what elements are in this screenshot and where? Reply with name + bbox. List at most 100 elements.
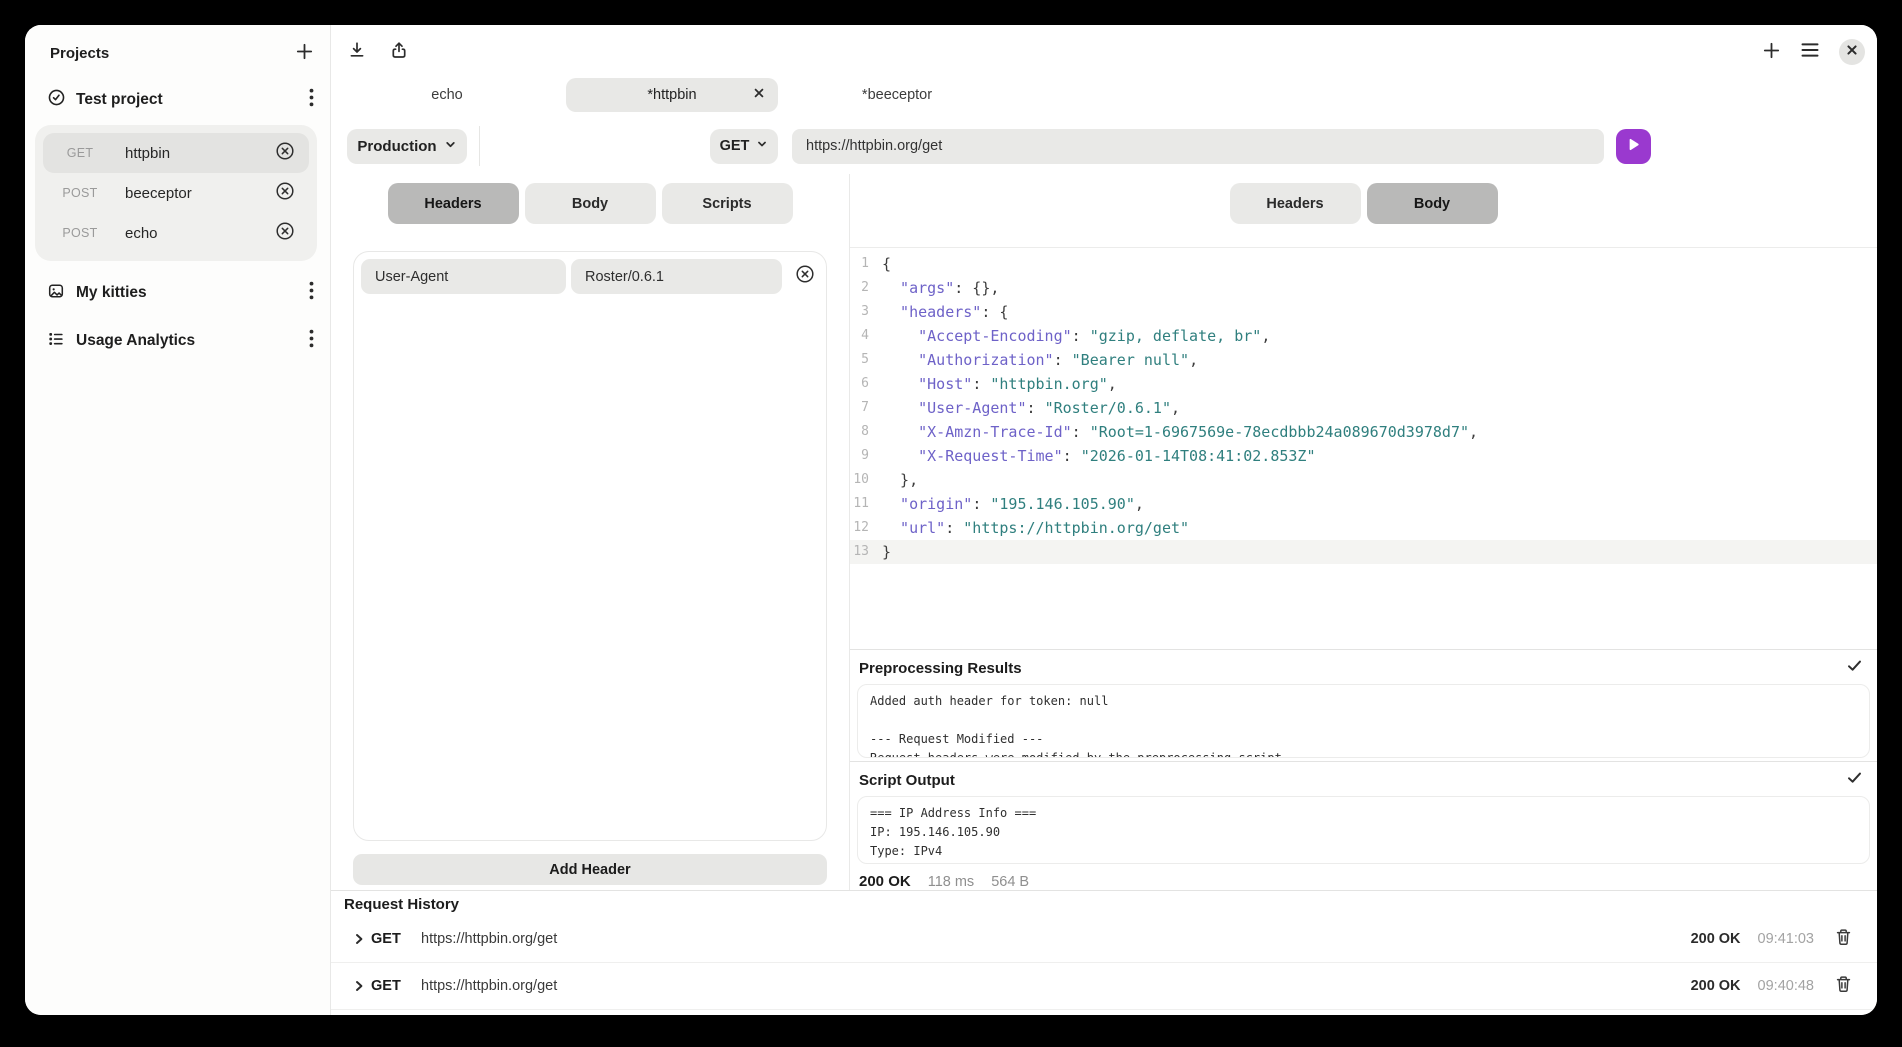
code-line: 5 "Authorization": "Bearer null",: [850, 348, 1877, 372]
log-line: Request headers were modified by the pre…: [870, 749, 1857, 758]
close-icon: [753, 87, 765, 103]
history-method: GET: [371, 978, 421, 994]
header-key-input[interactable]: [361, 259, 566, 294]
trash-icon: [1835, 975, 1852, 998]
sidebar-request-httpbin[interactable]: GEThttpbin: [43, 133, 309, 173]
chevron-down-icon: [756, 138, 768, 154]
expand-chevron-icon[interactable]: [352, 979, 366, 993]
project-request-list: GEThttpbinPOSTbeeceptorPOSTecho: [35, 125, 317, 261]
panels: HeadersBodyScripts Add Header HeadersBod…: [331, 174, 1877, 890]
plus-icon: [295, 42, 314, 64]
line-number: 8: [850, 420, 869, 444]
script-output-title: Script Output: [859, 772, 955, 789]
code-text: }: [882, 540, 891, 564]
app-menu-button[interactable]: [1800, 41, 1820, 62]
code-line: 12 "url": "https://httpbin.org/get": [850, 516, 1877, 540]
sidebar-request-echo[interactable]: POSTecho: [43, 213, 309, 253]
send-request-button[interactable]: [1616, 129, 1651, 164]
code-line: 11 "origin": "195.146.105.90",: [850, 492, 1877, 516]
plus-icon: [1762, 41, 1781, 63]
line-number: 7: [850, 396, 869, 420]
document-tab-beeceptor[interactable]: *beeceptor: [791, 78, 1003, 112]
remove-header-button[interactable]: [795, 264, 815, 289]
close-window-button[interactable]: [1839, 39, 1865, 65]
history-url: https://httpbin.org/get: [421, 978, 557, 994]
export-button[interactable]: [389, 40, 409, 63]
line-number: 9: [850, 444, 869, 468]
history-method: GET: [371, 931, 421, 947]
trash-icon: [1835, 928, 1852, 951]
environment-dropdown[interactable]: Production: [347, 129, 467, 164]
code-line: 10 },: [850, 468, 1877, 492]
line-number: 1: [850, 252, 869, 276]
code-text: "X-Amzn-Trace-Id": "Root=1-6967569e-78ec…: [882, 420, 1478, 444]
image-icon: [47, 282, 65, 305]
code-line: 9 "X-Request-Time": "2026-01-14T08:41:02…: [850, 444, 1877, 468]
line-number: 12: [850, 516, 869, 540]
history-row[interactable]: GEThttps://httpbin.org/get200 OK09:41:03: [331, 916, 1877, 963]
remove-request-button[interactable]: [275, 141, 295, 166]
log-line: Type: IPv4: [870, 842, 1857, 861]
check-icon: [1846, 769, 1863, 791]
document-tab-httpbin[interactable]: *httpbin: [566, 78, 778, 112]
request-name-label: beeceptor: [125, 185, 275, 202]
line-number: 4: [850, 324, 869, 348]
log-line: Location: Amsterdam, Netherlands: [870, 861, 1857, 864]
line-number: 3: [850, 300, 869, 324]
request-tab-body[interactable]: Body: [525, 183, 656, 224]
url-input[interactable]: [792, 129, 1604, 164]
response-status-bar: 200 OK 118 ms 564 B: [850, 867, 1877, 890]
close-tab-button[interactable]: [753, 87, 765, 103]
status-size: 564 B: [991, 874, 1029, 890]
new-request-button[interactable]: [1762, 41, 1781, 63]
project-menu-button[interactable]: [309, 88, 314, 112]
status-code: 200 OK: [859, 873, 911, 890]
add-project-button[interactable]: [295, 42, 314, 64]
request-tab-headers[interactable]: Headers: [388, 183, 519, 224]
line-number: 13: [850, 540, 869, 564]
remove-request-button[interactable]: [275, 181, 295, 206]
request-method-label: GET: [49, 146, 111, 160]
code-line: 13}: [850, 540, 1877, 564]
project-group-header[interactable]: Test project: [25, 77, 330, 121]
response-body-viewer[interactable]: 1{2 "args": {},3 "headers": {4 "Accept-E…: [850, 247, 1877, 649]
my-kitties-menu-button[interactable]: [309, 281, 314, 305]
history-time: 09:40:48: [1758, 978, 1814, 994]
response-tab-body[interactable]: Body: [1367, 183, 1498, 224]
script-output[interactable]: === IP Address Info ===IP: 195.146.105.9…: [857, 796, 1870, 864]
document-tab-echo[interactable]: echo: [341, 78, 553, 112]
request-history-title: Request History: [331, 891, 1877, 916]
section-label: My kitties: [76, 284, 147, 302]
request-tab-scripts[interactable]: Scripts: [662, 183, 793, 224]
project-name: Test project: [76, 91, 163, 109]
method-dropdown[interactable]: GET: [710, 129, 778, 164]
download-icon: [347, 40, 367, 63]
circle-x-icon: [275, 221, 295, 246]
log-line: [870, 711, 1857, 730]
code-line: 3 "headers": {: [850, 300, 1877, 324]
response-tab-headers[interactable]: Headers: [1230, 183, 1361, 224]
request-panel: HeadersBodyScripts Add Header: [331, 174, 849, 890]
sidebar-item-my-kitties[interactable]: My kitties: [25, 269, 330, 317]
document-tabs: echo *httpbin *beeceptor: [331, 72, 1877, 118]
line-number: 11: [850, 492, 869, 516]
expand-chevron-icon[interactable]: [352, 932, 366, 946]
request-method-label: POST: [49, 226, 111, 240]
remove-request-button[interactable]: [275, 221, 295, 246]
delete-history-button[interactable]: [1835, 928, 1852, 951]
sidebar-request-beeceptor[interactable]: POSTbeeceptor: [43, 173, 309, 213]
preprocessing-output[interactable]: Added auth header for token: null --- Re…: [857, 684, 1870, 758]
delete-history-button[interactable]: [1835, 975, 1852, 998]
history-row[interactable]: GEThttps://httpbin.org/get200 OK09:40:48: [331, 963, 1877, 1010]
sidebar-item-usage-analytics[interactable]: Usage Analytics: [25, 317, 330, 365]
add-header-button[interactable]: Add Header: [353, 854, 827, 885]
header-value-input[interactable]: [571, 259, 782, 294]
code-text: "User-Agent": "Roster/0.6.1",: [882, 396, 1180, 420]
header-row: [361, 259, 819, 294]
import-button[interactable]: [347, 40, 367, 63]
preprocessing-title: Preprocessing Results: [859, 660, 1022, 677]
section-label: Usage Analytics: [76, 332, 195, 350]
usage-analytics-menu-button[interactable]: [309, 329, 314, 353]
code-text: "url": "https://httpbin.org/get": [882, 516, 1189, 540]
log-line: --- Request Modified ---: [870, 730, 1857, 749]
